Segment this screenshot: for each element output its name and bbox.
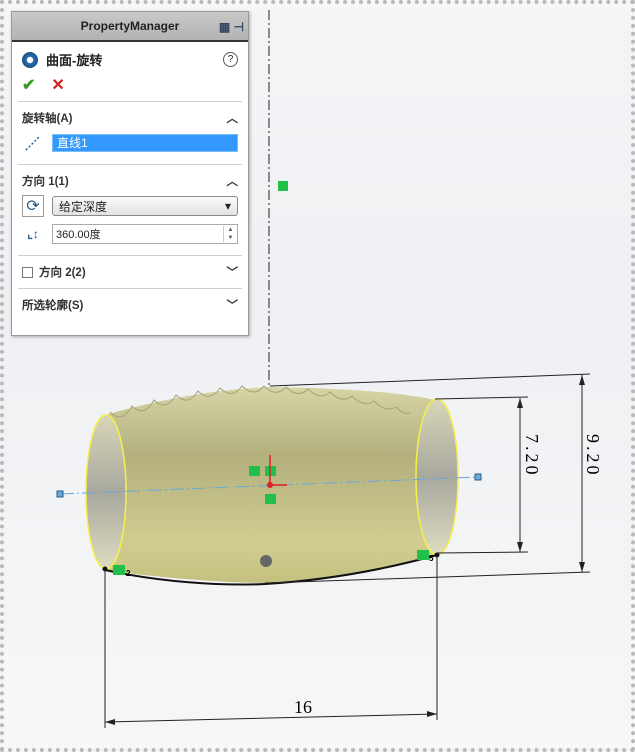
section-selected-contours: 所选轮廓(S) ﹀ — [18, 288, 242, 317]
axis-line-icon — [22, 132, 44, 154]
dimension-16[interactable]: 16 — [294, 697, 312, 717]
cancel-button[interactable]: ✕ — [51, 75, 64, 95]
dropdown-value: 给定深度 — [59, 199, 108, 214]
section-label: 方向 2(2) — [39, 267, 86, 279]
angle-spinner[interactable]: ▲ ▼ — [223, 226, 237, 242]
relation-icon — [417, 550, 429, 560]
center-of-mass-icon — [260, 555, 272, 567]
feature-title: 曲面-旋转 — [46, 53, 103, 68]
point-label-2: 2 — [126, 569, 131, 578]
dimension-9-20[interactable]: 9.20 — [583, 434, 603, 478]
reverse-direction-icon[interactable]: ⟳ — [22, 195, 44, 217]
section-label: 旋转轴(A) — [22, 113, 73, 125]
section-axis: 旋转轴(A) ︿ 直线1 — [18, 101, 242, 158]
section-label: 方向 1(1) — [22, 176, 69, 188]
property-manager-header: PropertyManager ▦ ⊣ — [12, 12, 248, 42]
angle-value: 360.00度 — [56, 229, 101, 241]
horizontal-relation-icon — [249, 466, 260, 476]
angle-input[interactable]: 360.00度 ▲ ▼ — [52, 224, 238, 244]
help-icon[interactable]: ? — [223, 52, 238, 67]
header-title: PropertyManager — [80, 19, 180, 33]
axis-endpoint[interactable] — [56, 490, 64, 498]
vertical-relation-icon — [278, 181, 288, 191]
revolve-surface-icon — [22, 51, 38, 68]
dropdown-arrow-icon: ▾ — [224, 199, 231, 213]
dimension-7-20[interactable]: 7.20 — [522, 434, 542, 478]
pin-icon[interactable]: ▦ ⊣ — [219, 20, 244, 34]
property-manager: PropertyManager ▦ ⊣ 曲面-旋转 ? ✔ ✕ 旋转轴(A) ︿ … — [11, 11, 249, 336]
end-condition-dropdown[interactable]: 给定深度 ▾ — [52, 196, 238, 216]
section-label: 所选轮廓(S) — [22, 300, 84, 312]
point-label-5: 5 — [429, 554, 434, 563]
right-opening — [415, 398, 459, 556]
angle-icon: ⌞↕ — [27, 227, 39, 241]
axis-endpoint[interactable] — [474, 473, 482, 481]
axis-selection-field[interactable]: 直线1 — [52, 134, 238, 152]
section-direction-1: 方向 1(1) ︿ ⟳ 给定深度 ▾ ⌞↕ 360.00度 ▲ ▼ — [18, 164, 242, 249]
ok-button[interactable]: ✔ — [22, 75, 35, 95]
collapse-chevron-icon[interactable]: ︿ — [227, 110, 239, 126]
section-direction-2: 方向 2(2) ﹀ — [18, 255, 242, 288]
feature-title-row: 曲面-旋转 ? — [12, 42, 248, 69]
coincident-relation-icon — [265, 494, 276, 504]
expand-chevron-icon[interactable]: ﹀ — [227, 264, 239, 280]
direction-2-checkbox[interactable] — [22, 267, 33, 279]
expand-chevron-icon[interactable]: ﹀ — [227, 297, 239, 313]
relation-icon — [113, 565, 125, 575]
collapse-chevron-icon[interactable]: ︿ — [227, 173, 239, 189]
origin-point — [267, 482, 273, 488]
